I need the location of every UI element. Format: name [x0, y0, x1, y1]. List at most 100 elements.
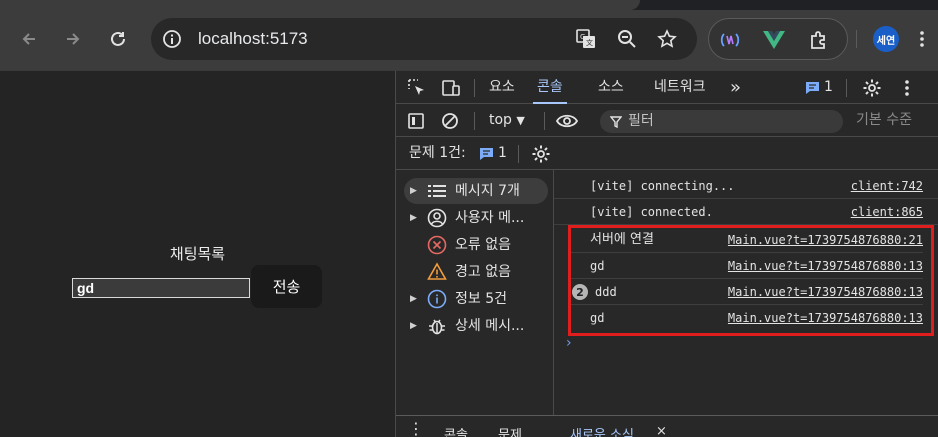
forward-arrow-icon [67, 33, 80, 45]
sidebar-item-label: 정보 5건 [455, 291, 507, 307]
issues-count[interactable]: 1 [498, 137, 507, 170]
tab-network[interactable]: 네트워크 [654, 71, 706, 104]
tabbar-divider-2 [846, 79, 847, 97]
gear-icon [863, 79, 881, 97]
chat-list-title: 채팅목록 [169, 245, 226, 263]
tab-console[interactable]: 콘솔 [533, 71, 567, 104]
inspect-cursor-icon [408, 79, 424, 95]
issues-badge-button[interactable] [804, 80, 820, 96]
active-tab-edge [0, 0, 640, 10]
back-arrow-icon [22, 33, 35, 45]
filter-placeholder: 필터 [628, 113, 654, 129]
sidebar-item-label: 메시지 7개 [455, 183, 520, 199]
sidebar-icon [408, 113, 424, 129]
extensions-group [708, 18, 848, 60]
tabbar-divider [474, 79, 475, 97]
sidebar-item-warnings[interactable]: 경고 없음 [404, 259, 548, 285]
console-output: [vite] connecting... client:742 [vite] c… [554, 170, 938, 415]
browser-menu-button[interactable] [914, 27, 930, 51]
source-link[interactable]: client:865 [851, 199, 923, 225]
live-expression-button[interactable] [554, 111, 580, 131]
page-viewport: 채팅목록 gd 전송 [0, 70, 395, 437]
inspect-button[interactable] [406, 77, 428, 99]
expand-arrow-icon[interactable]: ▶ [410, 205, 417, 231]
issues-bar: 문제 1건: 1 [396, 137, 938, 170]
extension-wave-button[interactable] [717, 27, 743, 53]
puzzle-icon [811, 31, 825, 49]
sidebar-item-label: 상세 메시... [455, 318, 525, 334]
tab-strip [0, 0, 938, 10]
chevron-down-icon: ▼ [516, 114, 525, 127]
extensions-menu-button[interactable] [806, 27, 832, 53]
expand-arrow-icon[interactable]: ▶ [410, 313, 417, 339]
devtools-drawer-tabs: ⋮ 콘솔 문제 새로운 소식 × [396, 415, 938, 437]
message-icon [805, 82, 819, 94]
gear-icon [532, 145, 550, 163]
warning-icon [427, 262, 447, 282]
sidebar-toggle-button[interactable] [406, 111, 426, 131]
block-icon [442, 113, 458, 129]
sidebar-item-user-messages[interactable]: ▶ 사용자 메... [404, 205, 548, 231]
zoom-button[interactable] [615, 28, 639, 50]
extension-wave-icon [720, 33, 740, 47]
reload-button[interactable] [103, 24, 133, 54]
translate-button[interactable]: G文 [574, 28, 598, 50]
console-prompt[interactable]: › [566, 335, 572, 351]
close-icon[interactable]: × [656, 424, 667, 437]
settings-button[interactable] [861, 77, 883, 99]
bug-icon [427, 316, 447, 336]
drawer-tab-console[interactable]: 콘솔 [444, 424, 468, 437]
sidebar-item-info[interactable]: ▶ 정보 5건 [404, 286, 548, 312]
reload-icon [111, 31, 125, 46]
message-icon [479, 148, 493, 160]
source-link[interactable]: client:742 [851, 173, 923, 199]
context-value: top [489, 112, 512, 128]
devtools-menu-button[interactable] [901, 79, 913, 97]
devtools-panel: 요소 콘솔 소스 네트워크 » 1 top ▼ 필터 기본 수준 문제 1건: … [395, 70, 938, 437]
console-row: [vite] connected. client:865 [554, 199, 938, 225]
context-selector[interactable]: top ▼ [489, 104, 525, 137]
expand-arrow-icon[interactable]: ▶ [410, 286, 417, 312]
list-icon [427, 181, 447, 201]
issues-badge-count[interactable]: 1 [824, 71, 833, 104]
zoom-icon [618, 30, 636, 48]
svg-text:文: 文 [586, 38, 593, 47]
user-icon [427, 208, 447, 228]
url-text[interactable]: localhost:5173 [198, 18, 308, 60]
drawer-menu-icon[interactable]: ⋮ [408, 419, 424, 437]
devtools-tabbar: 요소 콘솔 소스 네트워크 » 1 [396, 71, 938, 104]
tab-sources[interactable]: 소스 [598, 71, 624, 104]
sidebar-item-messages[interactable]: ▶ 메시지 7개 [404, 178, 548, 204]
expand-arrow-icon[interactable]: ▶ [410, 178, 417, 204]
chat-input[interactable]: gd [72, 278, 250, 298]
clear-console-button[interactable] [440, 111, 460, 131]
bookmark-star-icon [657, 29, 677, 48]
translate-icon: G文 [576, 29, 595, 48]
drawer-tab-whats-new[interactable]: 새로운 소식 [570, 424, 634, 437]
toolbar-divider [856, 30, 857, 48]
site-info-button[interactable] [161, 28, 183, 50]
address-bar[interactable]: localhost:5173 G文 [151, 18, 697, 60]
sidebar-item-verbose[interactable]: ▶ 상세 메시... [404, 313, 548, 339]
sidebar-item-errors[interactable]: 오류 없음 [404, 232, 548, 258]
bookmark-button[interactable] [655, 28, 679, 50]
drawer-tab-issues[interactable]: 문제 [498, 424, 522, 437]
tab-elements[interactable]: 요소 [489, 71, 515, 104]
issues-divider [518, 145, 519, 163]
send-button[interactable]: 전송 [251, 265, 322, 308]
toolbar2-divider-2 [544, 112, 545, 130]
more-tabs-button[interactable]: » [730, 71, 741, 104]
forward-button[interactable] [58, 24, 88, 54]
kebab-menu-icon [920, 31, 924, 47]
log-levels-selector[interactable]: 기본 수준 [856, 104, 912, 137]
device-toolbar-button[interactable] [440, 77, 462, 99]
svg-text:G: G [580, 33, 585, 41]
issues-link[interactable] [478, 146, 494, 162]
filter-input[interactable]: 필터 [600, 110, 843, 133]
vue-devtools-button[interactable] [761, 27, 787, 53]
console-settings-button[interactable] [530, 143, 552, 165]
profile-avatar[interactable]: 세연 [873, 26, 899, 52]
back-button[interactable] [14, 24, 44, 54]
info-icon [427, 289, 447, 309]
eye-icon [555, 114, 579, 128]
